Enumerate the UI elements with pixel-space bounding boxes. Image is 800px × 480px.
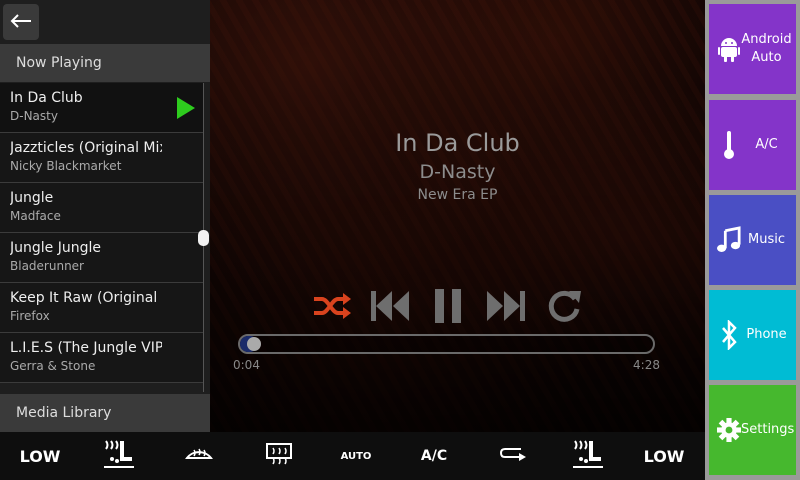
track-title: In Da Club bbox=[10, 90, 83, 106]
nav-settings[interactable]: Settings bbox=[709, 385, 796, 475]
track-item[interactable]: Jungle Jungle Bladerunner bbox=[0, 233, 203, 283]
right-fan-speed: LOW bbox=[643, 446, 685, 466]
recirculate-icon bbox=[499, 445, 527, 467]
track-artist: D-Nasty bbox=[10, 109, 58, 123]
ac-label: A/C bbox=[420, 448, 448, 464]
nav-label: Settings bbox=[741, 422, 795, 437]
android-icon bbox=[717, 36, 741, 62]
track-title: Jazzticles (Original Mix) bbox=[10, 140, 162, 156]
seat-heat-left-icon bbox=[102, 439, 136, 473]
track-artist: Madface bbox=[10, 209, 61, 223]
left-fan-speed-button[interactable]: LOW bbox=[0, 432, 80, 480]
music-note-icon bbox=[717, 226, 741, 254]
previous-icon bbox=[370, 289, 410, 327]
repeat-button[interactable] bbox=[542, 286, 586, 330]
scrollbar-handle[interactable] bbox=[198, 230, 209, 246]
track-title: Keep It Raw (Original Mix) bbox=[10, 290, 162, 306]
right-fan-speed-button[interactable]: LOW bbox=[624, 432, 704, 480]
next-button[interactable] bbox=[484, 286, 528, 330]
side-nav: Android Auto A/C Music Phone Settings bbox=[705, 0, 800, 480]
nav-label: Music bbox=[748, 232, 785, 247]
track-list[interactable]: In Da Club D-Nasty Jazzticles (Original … bbox=[0, 83, 203, 392]
song-title: In Da Club bbox=[395, 129, 520, 157]
track-artist: Bladerunner bbox=[10, 259, 84, 273]
pause-button[interactable] bbox=[426, 286, 470, 330]
media-library-tab[interactable]: Media Library bbox=[0, 394, 210, 432]
nav-label: Phone bbox=[746, 327, 787, 342]
auto-climate-button[interactable]: AUTO bbox=[318, 432, 394, 480]
track-title: L.I.E.S (The Jungle VIP) bbox=[10, 340, 162, 356]
playback-controls bbox=[310, 286, 586, 330]
pause-icon bbox=[433, 287, 463, 329]
playlist-panel: Now Playing In Da Club D-Nasty Jazzticle… bbox=[0, 0, 210, 432]
progress-bar[interactable] bbox=[238, 334, 655, 354]
track-artist: Nicky Blackmarket bbox=[10, 159, 122, 173]
track-artist: Gerra & Stone bbox=[10, 359, 96, 373]
ac-toggle-button[interactable]: A/C bbox=[394, 432, 474, 480]
thermometer-icon bbox=[717, 130, 741, 160]
song-artist: D-Nasty bbox=[419, 161, 496, 183]
left-seat-heat-button[interactable] bbox=[80, 432, 158, 480]
right-seat-heat-button[interactable] bbox=[552, 432, 624, 480]
shuffle-button[interactable] bbox=[310, 286, 354, 330]
back-button[interactable] bbox=[3, 4, 39, 40]
front-defrost-icon bbox=[185, 444, 213, 468]
rear-defrost-button[interactable] bbox=[240, 432, 318, 480]
nav-label: A/C bbox=[755, 137, 778, 152]
song-album: New Era EP bbox=[417, 187, 498, 203]
previous-button[interactable] bbox=[368, 286, 412, 330]
climate-bar: LOW AUTO A/C LOW bbox=[0, 432, 705, 480]
track-artist: Firefox bbox=[10, 309, 50, 323]
nav-label: Android Auto bbox=[741, 32, 792, 65]
track-item[interactable]: In Da Club D-Nasty bbox=[0, 83, 203, 133]
next-icon bbox=[486, 289, 526, 327]
nav-ac[interactable]: A/C bbox=[709, 100, 796, 190]
track-title: Jungle bbox=[10, 190, 54, 206]
now-playing-tab[interactable]: Now Playing bbox=[0, 44, 210, 82]
auto-label: AUTO bbox=[340, 450, 372, 462]
gear-icon bbox=[717, 416, 741, 444]
track-item[interactable]: Jazzticles (Original Mix) Nicky Blackmar… bbox=[0, 133, 203, 183]
nav-music[interactable]: Music bbox=[709, 195, 796, 285]
rear-defrost-icon bbox=[265, 442, 293, 470]
arrow-left-icon bbox=[10, 13, 32, 32]
front-defrost-button[interactable] bbox=[158, 432, 240, 480]
track-item[interactable]: L.I.E.S (The Jungle VIP) Gerra & Stone bbox=[0, 333, 203, 383]
progress-knob[interactable] bbox=[247, 337, 261, 351]
left-fan-speed: LOW bbox=[19, 446, 61, 466]
now-playing-view: In Da Club D-Nasty New Era EP 0:04 4:28 bbox=[210, 0, 705, 432]
elapsed-time: 0:04 bbox=[233, 358, 260, 372]
recirculate-button[interactable] bbox=[474, 432, 552, 480]
bluetooth-icon bbox=[717, 320, 741, 350]
track-title: Jungle Jungle bbox=[10, 240, 101, 256]
track-item[interactable]: Jungle Madface bbox=[0, 183, 203, 233]
nav-android-auto[interactable]: Android Auto bbox=[709, 4, 796, 94]
seat-heat-right-icon bbox=[571, 439, 605, 473]
shuffle-icon bbox=[312, 291, 352, 325]
now-playing-icon bbox=[177, 97, 195, 123]
repeat-icon bbox=[545, 287, 583, 329]
track-item[interactable]: Keep It Raw (Original Mix) Firefox bbox=[0, 283, 203, 333]
total-time: 4:28 bbox=[633, 358, 660, 372]
nav-phone[interactable]: Phone bbox=[709, 290, 796, 380]
